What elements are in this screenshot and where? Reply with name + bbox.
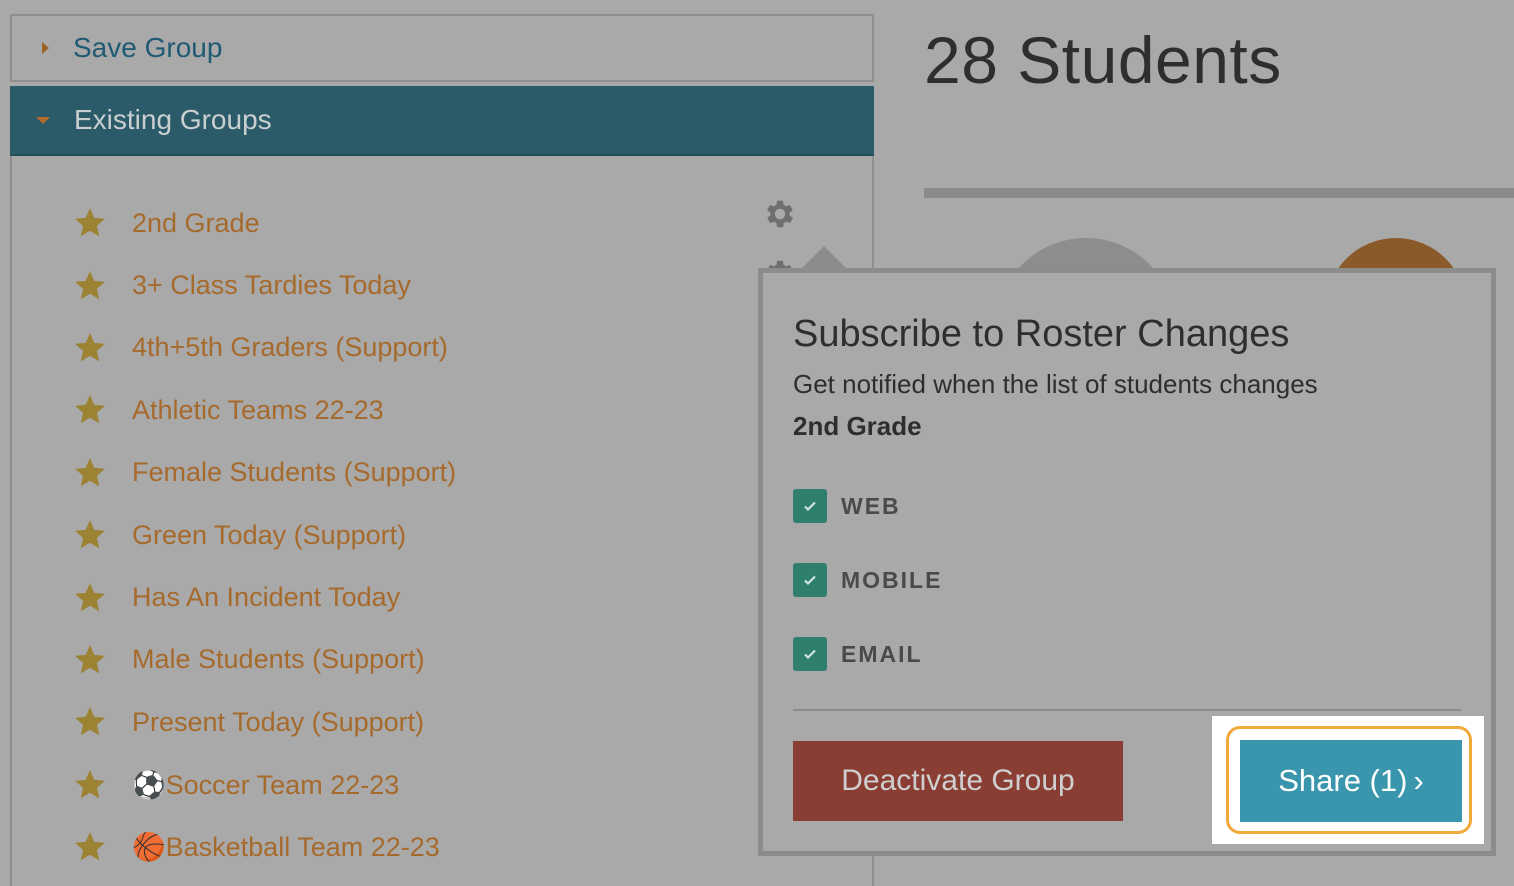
save-group-label: Save Group [73,32,223,63]
caret-right-icon [42,42,49,54]
mobile-option[interactable]: MOBILE [793,563,942,597]
group-name[interactable]: Green Today (Support) [132,520,406,551]
popover-divider [793,709,1461,711]
group-name[interactable]: Present Today (Support) [132,707,424,738]
star-icon[interactable] [72,392,108,428]
group-item-2nd-grade[interactable]: 2nd Grade [72,192,456,254]
deactivate-group-button[interactable]: Deactivate Group [793,741,1123,821]
existing-groups-panel: 2nd Grade 3+ Class Tardies Today 4th+5th… [10,156,874,886]
group-name[interactable]: Has An Incident Today [132,582,400,613]
star-icon[interactable] [72,642,108,678]
mobile-checkbox[interactable] [793,563,827,597]
popover-title: Subscribe to Roster Changes [793,313,1290,355]
check-icon [804,575,816,586]
star-icon[interactable] [72,580,108,616]
web-checkbox[interactable] [793,489,827,523]
star-icon[interactable] [72,455,108,491]
groups-sidebar: Save Group Existing Groups 2nd Grade 3+ … [10,14,874,886]
star-icon[interactable] [72,704,108,740]
share-button-label: Share (1) [1278,763,1408,798]
email-option[interactable]: EMAIL [793,637,923,671]
popover-arrow [800,246,848,270]
check-icon [804,501,816,512]
group-list: 2nd Grade 3+ Class Tardies Today 4th+5th… [72,192,456,878]
check-icon [804,649,816,660]
group-item-class-tardies[interactable]: 3+ Class Tardies Today [72,254,456,316]
tab-underline [924,188,1514,198]
group-name[interactable]: 🏀Basketball Team 22-23 [132,831,440,863]
star-icon[interactable] [72,767,108,803]
gear-icon[interactable] [762,196,798,232]
group-item-incident-today[interactable]: Has An Incident Today [72,566,456,628]
star-icon[interactable] [72,268,108,304]
save-group-toggle[interactable]: Save Group [10,14,874,82]
email-option-label: EMAIL [841,640,923,667]
group-name[interactable]: Male Students (Support) [132,644,425,675]
star-icon[interactable] [72,330,108,366]
share-button[interactable]: Share (1) › [1240,740,1462,822]
group-name[interactable]: 4th+5th Graders (Support) [132,332,448,363]
group-item-male-students[interactable]: Male Students (Support) [72,629,456,691]
group-item-basketball-team[interactable]: 🏀Basketball Team 22-23 [72,816,456,878]
star-icon[interactable] [72,517,108,553]
mobile-option-label: MOBILE [841,566,943,593]
group-name[interactable]: ⚽Soccer Team 22-23 [132,769,399,801]
group-name[interactable]: Athletic Teams 22-23 [132,395,384,426]
existing-groups-toggle[interactable]: Existing Groups [10,86,874,156]
group-item-female-students[interactable]: Female Students (Support) [72,442,456,504]
web-option[interactable]: WEB [793,489,901,523]
group-item-present-today[interactable]: Present Today (Support) [72,691,456,753]
student-count-title: 28 Students [924,23,1282,97]
chevron-right-icon: › [1413,763,1424,798]
group-item-soccer-team[interactable]: ⚽Soccer Team 22-23 [72,754,456,816]
group-item-4th-5th-graders[interactable]: 4th+5th Graders (Support) [72,317,456,379]
existing-groups-label: Existing Groups [74,104,272,135]
web-option-label: WEB [841,492,901,519]
group-name[interactable]: Female Students (Support) [132,457,456,488]
popover-group-name: 2nd Grade [793,411,922,441]
star-icon[interactable] [72,205,108,241]
popover-subtitle: Get notified when the list of students c… [793,369,1318,399]
group-name[interactable]: 3+ Class Tardies Today [132,270,411,301]
group-name[interactable]: 2nd Grade [132,208,260,239]
group-item-athletic-teams[interactable]: Athletic Teams 22-23 [72,379,456,441]
group-item-green-today[interactable]: Green Today (Support) [72,504,456,566]
caret-down-icon [36,116,50,124]
email-checkbox[interactable] [793,637,827,671]
star-icon[interactable] [72,829,108,865]
